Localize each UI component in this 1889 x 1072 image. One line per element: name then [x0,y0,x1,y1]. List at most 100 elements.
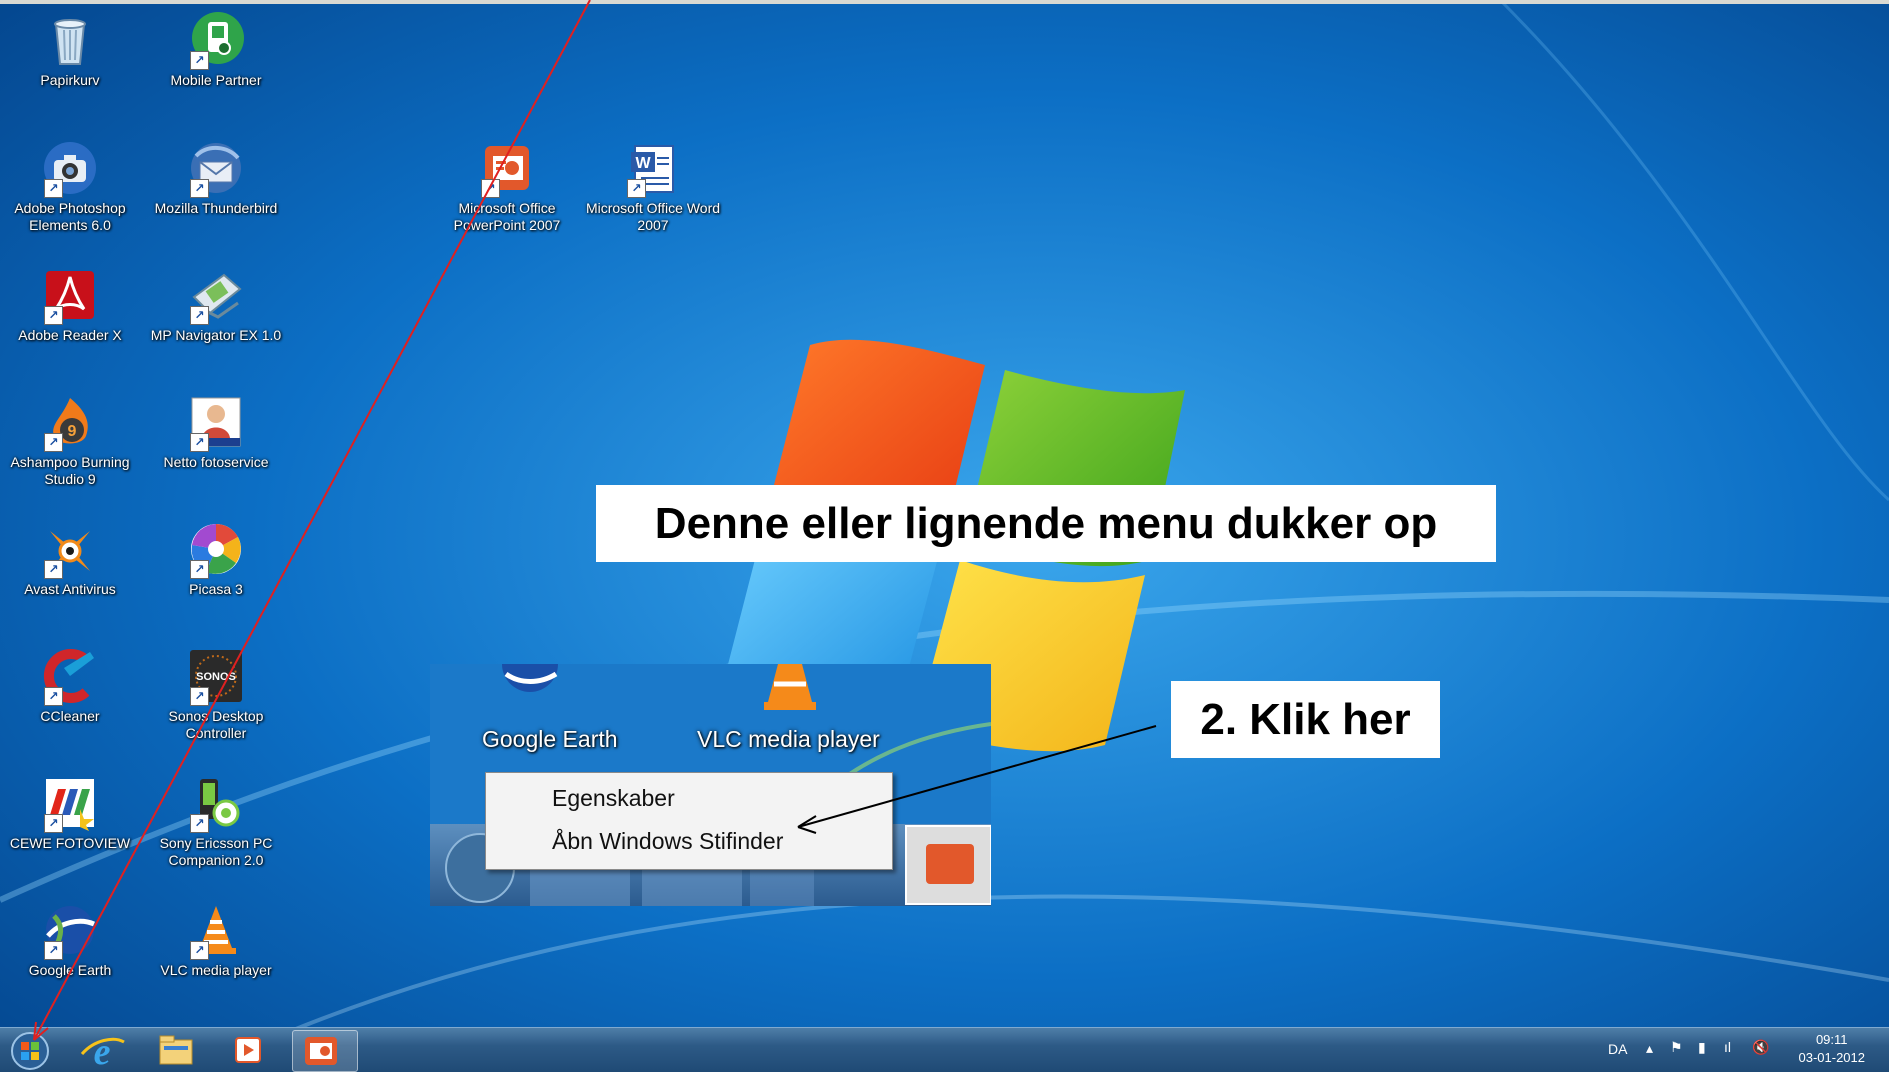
sony-ericsson-icon: ↗ [188,775,244,833]
desktop-icon-mp-navigator[interactable]: ↗ MP Navigator EX 1.0 [146,267,286,344]
desktop-icon-label: VLC media player [160,962,272,978]
desktop-icon-google-earth[interactable]: ↗ Google Earth [0,902,140,979]
menu-note-callout: Denne eller lignende menu dukker op [596,485,1496,562]
desktop-icon-label: Picasa 3 [189,581,243,597]
internet-explorer-icon[interactable]: e [74,1030,130,1070]
top-border-strip [0,0,1889,4]
taskbar: e DA ▴ ⚑ ▮ ıl 🔇 09:11 03-01-2012 [0,1027,1889,1072]
shortcut-arrow-icon: ↗ [190,941,209,960]
clock-date: 03-01-2012 [1798,1050,1866,1065]
shortcut-arrow-icon: ↗ [44,179,63,198]
shortcut-arrow-icon: ↗ [627,179,646,198]
desktop-icon-ccleaner[interactable]: ↗ CCleaner [0,648,140,725]
start-orb-icon[interactable] [2,1030,58,1070]
context-menu: Egenskaber Åbn Windows Stifinder [485,772,893,870]
desktop-icon-mobile-partner[interactable]: ↗ Mobile Partner [146,12,286,89]
desktop-icon-vlc[interactable]: ↗ VLC media player [146,902,286,979]
inset-vlc-icon[interactable] [760,664,820,714]
shortcut-arrow-icon: ↗ [481,179,500,198]
mobile-partner-icon: ↗ [188,12,244,70]
desktop-icon-photoshop-elements[interactable]: ↗ Adobe Photoshop Elements 6.0 [0,140,140,234]
avast-icon: ↗ [42,521,98,579]
volume-muted-icon[interactable]: 🔇 [1752,1039,1769,1056]
svg-text:W: W [635,155,651,172]
photoshop-elements-icon: ↗ [42,140,98,198]
powerpoint-icon: ↗ [479,140,535,198]
network-signal-icon[interactable]: ıl [1724,1039,1731,1055]
desktop-icon-word[interactable]: W ↗ Microsoft Office Word 2007 [583,140,723,234]
desktop-icon-label: CCleaner [40,708,100,724]
shortcut-arrow-icon: ↗ [44,687,63,706]
netto-fotoservice-icon: ↗ [188,394,244,452]
desktop-icon-picasa[interactable]: ↗ Picasa 3 [146,521,286,598]
svg-text:e: e [94,1031,111,1070]
desktop-icon-thunderbird[interactable]: ↗ Mozilla Thunderbird [146,140,286,217]
desktop-icon-powerpoint[interactable]: ↗ Microsoft Office PowerPoint 2007 [437,140,577,234]
powerpoint-icon [305,1037,337,1065]
shortcut-arrow-icon: ↗ [44,560,63,579]
recycle-bin-icon [42,12,98,68]
svg-text:SONOS: SONOS [196,671,236,683]
shortcut-arrow-icon: ↗ [190,306,209,325]
shortcut-arrow-icon: ↗ [44,941,63,960]
powerpoint-taskbar-button[interactable] [292,1030,358,1072]
desktop-icon-label: Sony Ericsson PC Companion 2.0 [159,835,273,868]
desktop-icon-netto-fotoservice[interactable]: ↗ Netto fotoservice [146,394,286,471]
shortcut-arrow-icon: ↗ [44,306,63,325]
desktop-icon-label: Avast Antivirus [24,581,116,597]
desktop-icon-label: MP Navigator EX 1.0 [150,327,282,343]
shortcut-arrow-icon: ↗ [190,179,209,198]
inset-google-earth-label: Google Earth [482,726,618,752]
sonos-icon: SONOS ↗ [188,648,244,706]
ccleaner-icon: ↗ [42,648,98,706]
media-player-icon[interactable] [220,1030,276,1070]
shortcut-arrow-icon: ↗ [190,560,209,579]
desktop-icon-label: Netto fotoservice [163,454,269,470]
adobe-reader-icon: ↗ [42,267,98,325]
shortcut-arrow-icon: ↗ [44,433,63,452]
inset-google-earth-icon[interactable] [500,664,560,714]
desktop-icon-sonos[interactable]: SONOS ↗ Sonos Desktop Controller [146,648,286,742]
windows-explorer-icon[interactable] [148,1030,204,1070]
inset-vlc-label: VLC media player [697,726,880,752]
show-hidden-icons-icon[interactable]: ▴ [1646,1040,1653,1057]
desktop-icon-label: Adobe Reader X [18,327,122,343]
desktop-icon-cewe-fotoview[interactable]: ↗ CEWE FOTOVIEW [0,775,140,852]
desktop-icon-label: Papirkurv [40,72,100,88]
picasa-icon: ↗ [188,521,244,579]
clock-time: 09:11 [1815,1032,1848,1047]
step2-callout: 2. Klik her [1171,681,1440,758]
shortcut-arrow-icon: ↗ [190,51,209,70]
desktop-icon-label: Adobe Photoshop Elements 6.0 [14,200,126,233]
desktop-icon-ashampoo[interactable]: 9 ↗ Ashampoo Burning Studio 9 [0,394,140,488]
desktop-icon-sony-ericsson[interactable]: ↗ Sony Ericsson PC Companion 2.0 [146,775,286,869]
shortcut-arrow-icon: ↗ [190,687,209,706]
desktop-icon-label: CEWE FOTOVIEW [9,835,131,851]
context-menu-item-open-explorer[interactable]: Åbn Windows Stifinder [552,828,783,855]
word-icon: W ↗ [625,140,681,198]
clock[interactable]: 09:11 03-01-2012 [1799,1031,1866,1067]
desktop-icon-label: Mozilla Thunderbird [154,200,278,216]
svg-text:9: 9 [68,423,77,440]
desktop-icon-label: Ashampoo Burning Studio 9 [10,454,130,487]
mp-navigator-icon: ↗ [188,267,244,325]
thunderbird-icon: ↗ [188,140,244,198]
desktop-icon-label: Microsoft Office Word 2007 [585,200,721,233]
context-menu-item-properties[interactable]: Egenskaber [552,785,675,812]
desktop-icon-label: Google Earth [28,962,112,978]
vlc-icon: ↗ [188,902,244,960]
desktop-icon-label: Sonos Desktop Controller [168,708,264,741]
desktop-icon-recycle-bin[interactable]: Papirkurv [0,12,140,89]
ashampoo-icon: 9 ↗ [42,394,98,452]
shortcut-arrow-icon: ↗ [44,814,63,833]
battery-icon[interactable]: ▮ [1698,1039,1706,1056]
desktop-icon-label: Mobile Partner [170,72,262,88]
desktop-icon-adobe-reader[interactable]: ↗ Adobe Reader X [0,267,140,344]
desktop-icon-label: Microsoft Office PowerPoint 2007 [453,200,561,233]
shortcut-arrow-icon: ↗ [190,433,209,452]
desktop-icon-avast[interactable]: ↗ Avast Antivirus [0,521,140,598]
zoomed-context-menu-inset: Google Earth VLC media player Egenskaber… [430,664,991,906]
shortcut-arrow-icon: ↗ [190,814,209,833]
action-center-flag-icon[interactable]: ⚑ [1670,1039,1683,1056]
language-indicator[interactable]: DA [1608,1041,1627,1057]
